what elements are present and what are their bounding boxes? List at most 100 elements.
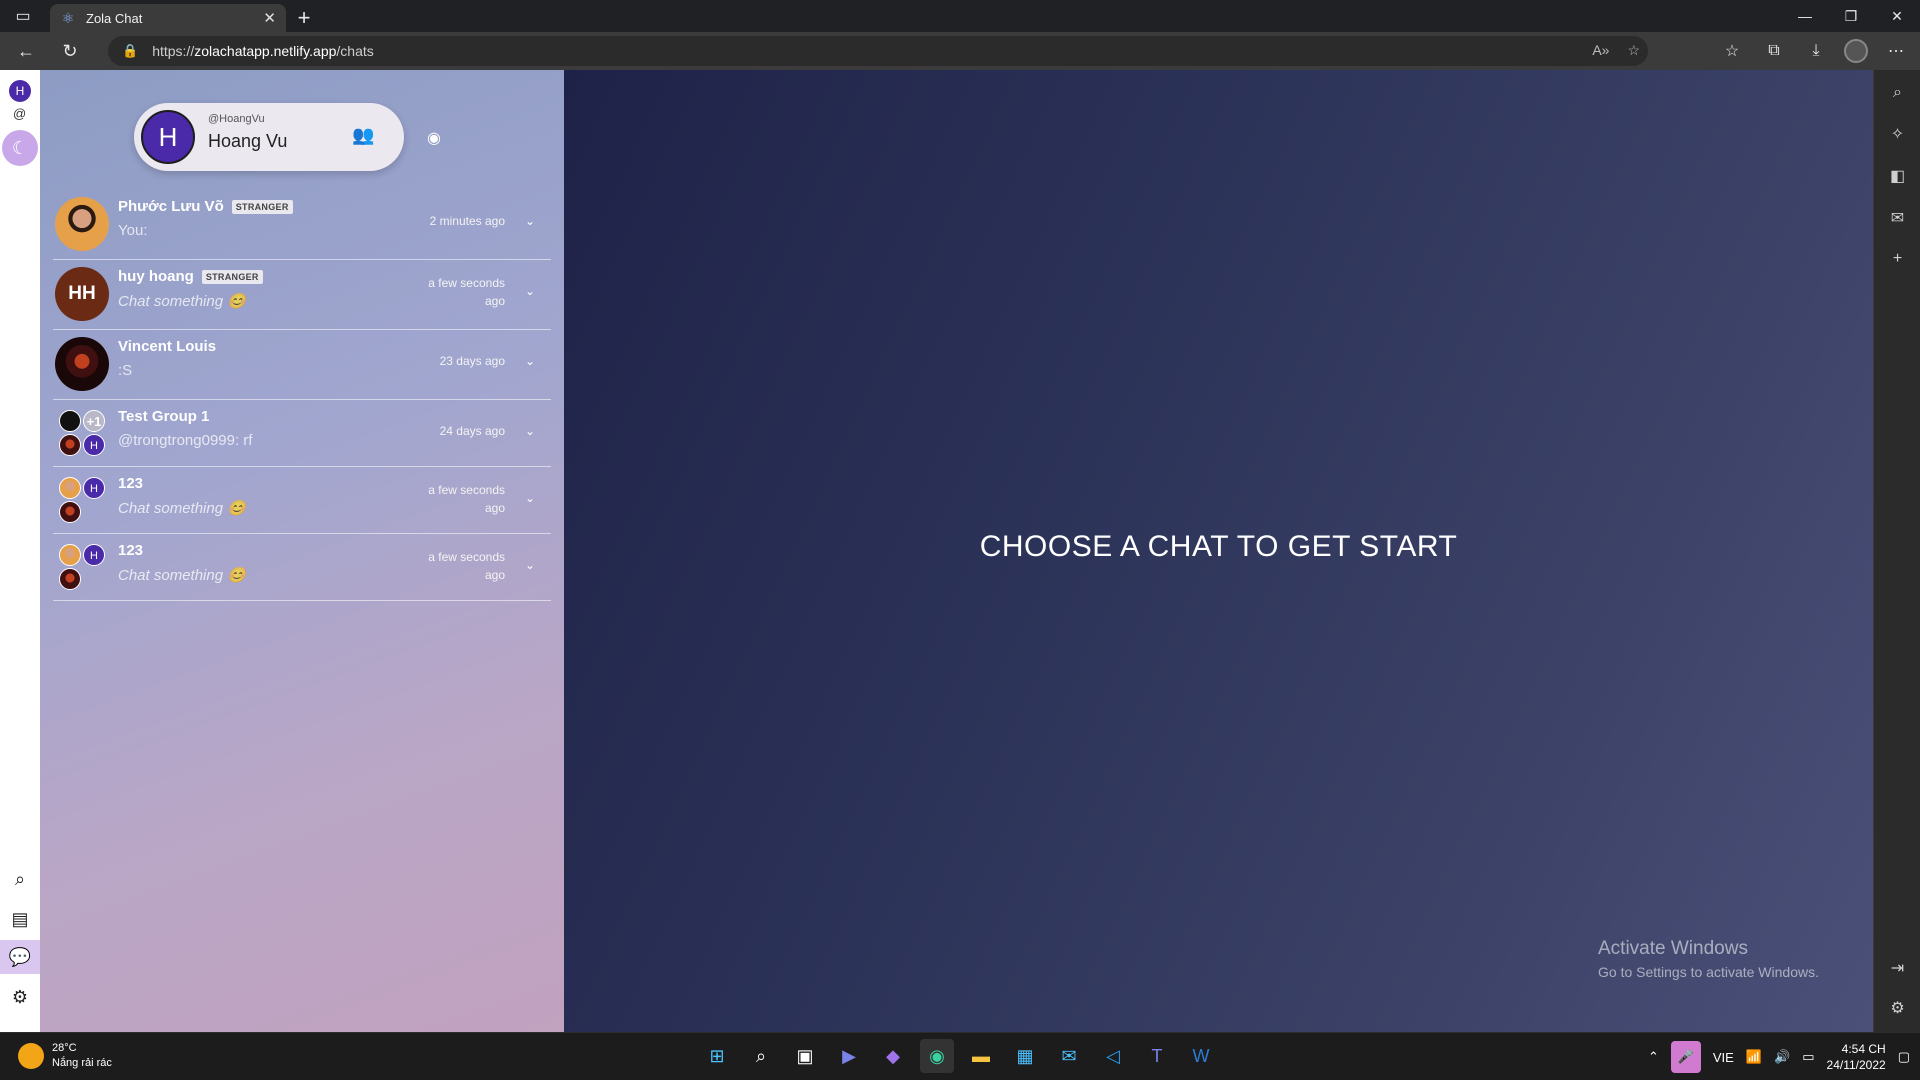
windows-taskbar: 28°C Nắng rải rác ⊞ ⌕ ▣ ▶ ◆ ◉ ▬ ▦ ✉ ◁ T … <box>0 1032 1920 1080</box>
lock-icon[interactable]: 🔒 <box>122 43 138 59</box>
profile-avatar-icon[interactable] <box>1844 39 1868 63</box>
system-tray: ⌃ 🎤 VIE 📶 🔊 ▭ 4:54 CH 24/11/2022 ▢ <box>1648 1041 1910 1073</box>
profile-avatar[interactable]: H <box>141 110 195 164</box>
address-bar[interactable]: 🔒 https://zolachatapp.netlify.app/chats … <box>108 36 1648 66</box>
eye-icon[interactable]: ◉ <box>424 128 444 148</box>
chevron-down-icon[interactable]: ⌄ <box>525 284 535 298</box>
chevron-down-icon[interactable]: ⌄ <box>525 558 535 572</box>
chat-time: 24 days ago <box>439 424 505 438</box>
close-window-icon[interactable]: ✕ <box>1874 0 1920 32</box>
task-view-icon[interactable]: ▣ <box>788 1039 822 1073</box>
volume-icon[interactable]: 🔊 <box>1774 1049 1790 1065</box>
left-rail: H @ ☾ ⌕ ▤ 💬 ⚙ <box>0 70 40 1032</box>
microphone-icon[interactable]: 🎤 <box>1670 1041 1701 1073</box>
main-chat-pane: CHOOSE A CHAT TO GET START Activate Wind… <box>564 70 1873 1032</box>
chevron-down-icon[interactable]: ⌄ <box>525 491 535 505</box>
edge-sidebar: ⌕ ✧ ◧ ✉ + ⇥ ⚙ <box>1873 70 1920 1032</box>
start-icon[interactable]: ⊞ <box>700 1039 734 1073</box>
minimize-icon[interactable]: — <box>1782 0 1828 32</box>
search-icon[interactable]: ⌕ <box>0 862 40 896</box>
contacts-icon[interactable]: ▤ <box>0 902 40 936</box>
create-group-icon[interactable]: 👥 <box>352 125 374 146</box>
watermark-title: Activate Windows <box>1598 938 1748 959</box>
read-aloud-icon[interactable]: A» <box>1592 42 1609 59</box>
notification-icon[interactable]: ▢ <box>1898 1049 1910 1065</box>
file-explorer-icon[interactable]: ▬ <box>964 1039 998 1073</box>
chat-item[interactable]: H 123 Chat something 😊 a few seconds ago … <box>53 534 551 601</box>
taskbar-search-icon[interactable]: ⌕ <box>744 1039 778 1073</box>
downloads-icon[interactable]: ⤓ <box>1802 42 1830 60</box>
clock[interactable]: 4:54 CH 24/11/2022 <box>1827 1041 1886 1073</box>
profile-name: Hoang Vu <box>208 131 288 151</box>
restore-icon[interactable]: ❐ <box>1828 0 1874 32</box>
edge-icon[interactable]: ◉ <box>920 1039 954 1073</box>
chats-icon[interactable]: 💬 <box>0 940 40 974</box>
teams-chat-icon[interactable]: ▶ <box>832 1039 866 1073</box>
search-sidebar-icon[interactable]: ⌕ <box>1874 84 1920 102</box>
chevron-down-icon[interactable]: ⌄ <box>525 424 535 438</box>
chat-name: Test Group 1 <box>118 408 210 425</box>
mail-icon[interactable]: ✉ <box>1052 1039 1086 1073</box>
browser-tab[interactable]: ⚛ Zola Chat ✕ <box>50 4 286 32</box>
discover-icon[interactable]: ✧ <box>1874 124 1920 144</box>
word-icon[interactable]: W <box>1184 1039 1218 1073</box>
chat-list-panel: H @HoangVu Hoang Vu 👥 ◉ Phước Lưu Võ STRA… <box>40 70 564 1032</box>
group-avatars: +1 H <box>59 410 109 460</box>
chat-time: a few seconds ago <box>428 483 505 515</box>
teams-icon[interactable]: T <box>1140 1039 1174 1073</box>
url-host: zolachatapp.netlify.app <box>194 43 337 59</box>
weather-widget[interactable]: 28°C Nắng rải rác <box>18 1041 112 1071</box>
hide-sidebar-icon[interactable]: ⇥ <box>1874 958 1920 978</box>
vscode-icon[interactable]: ◁ <box>1096 1039 1130 1073</box>
chat-item[interactable]: Vincent Louis :S 23 days ago ⌄ <box>53 330 551 400</box>
member-avatar <box>59 544 81 566</box>
wifi-icon[interactable]: 📶 <box>1746 1049 1762 1065</box>
chat-preview: Chat something 😊 <box>118 500 246 517</box>
watermark-subtitle: Go to Settings to activate Windows. <box>1598 964 1819 980</box>
add-sidebar-icon[interactable]: + <box>1874 250 1920 268</box>
back-icon[interactable]: ← <box>8 35 44 67</box>
temperature: 28°C <box>52 1042 77 1054</box>
chat-time: a few seconds ago <box>428 276 505 308</box>
member-avatar <box>59 434 81 456</box>
weather-text: Nắng rải rác <box>52 1057 112 1069</box>
favorites-icon[interactable]: ☆ <box>1718 41 1746 61</box>
chat-item[interactable]: HH huy hoang STRANGER Chat something 😊 a … <box>53 260 551 330</box>
dark-mode-icon[interactable]: ☾ <box>2 130 38 166</box>
empty-state-message: CHOOSE A CHAT TO GET START <box>979 530 1458 563</box>
chevron-down-icon[interactable]: ⌄ <box>525 354 535 368</box>
language-indicator[interactable]: VIE <box>1713 1050 1734 1065</box>
tab-actions-icon[interactable]: ▭ <box>0 0 46 32</box>
chat-name: Phước Lưu Võ STRANGER <box>118 198 293 215</box>
tray-expand-icon[interactable]: ⌃ <box>1648 1049 1659 1065</box>
chat-item[interactable]: H 123 Chat something 😊 a few seconds ago … <box>53 467 551 534</box>
battery-icon[interactable]: ▭ <box>1802 1049 1814 1065</box>
chat-name: huy hoang STRANGER <box>118 268 263 285</box>
member-avatar: H <box>83 544 105 566</box>
office-icon[interactable]: ◧ <box>1874 166 1920 186</box>
settings-icon[interactable]: ⚙ <box>0 980 40 1014</box>
chat-item[interactable]: +1 H Test Group 1 @trongtrong0999: rf 24… <box>53 400 551 467</box>
sidebar-settings-icon[interactable]: ⚙ <box>1874 998 1920 1018</box>
add-favorite-icon[interactable]: ☆ <box>1627 42 1640 59</box>
chat-name: 123 <box>118 475 144 492</box>
chat-time: 23 days ago <box>439 354 505 368</box>
browser-titlebar: ▭ ⚛ Zola Chat ✕ + — ❐ ✕ <box>0 0 1920 32</box>
chat-time: a few seconds ago <box>428 550 505 582</box>
chat-time: 2 minutes ago <box>429 214 505 228</box>
at-icon[interactable]: @ <box>13 106 26 121</box>
collections-icon[interactable]: ⧉ <box>1760 42 1788 60</box>
store-icon[interactable]: ▦ <box>1008 1039 1042 1073</box>
profile-card[interactable]: H @HoangVu Hoang Vu 👥 <box>134 103 404 171</box>
rail-avatar[interactable]: H <box>9 80 31 102</box>
chat-item[interactable]: Phước Lưu Võ STRANGER You: 2 minutes ago … <box>53 190 551 260</box>
chevron-down-icon[interactable]: ⌄ <box>525 214 535 228</box>
new-tab-button[interactable]: + <box>286 4 322 32</box>
refresh-icon[interactable]: ↻ <box>52 35 88 67</box>
more-menu-icon[interactable]: ⋯ <box>1882 41 1910 61</box>
chat-preview: Chat something 😊 <box>118 567 246 584</box>
tab-close-icon[interactable]: ✕ <box>263 9 276 27</box>
member-avatar <box>59 477 81 499</box>
outlook-icon[interactable]: ✉ <box>1874 208 1920 228</box>
visual-studio-icon[interactable]: ◆ <box>876 1039 910 1073</box>
